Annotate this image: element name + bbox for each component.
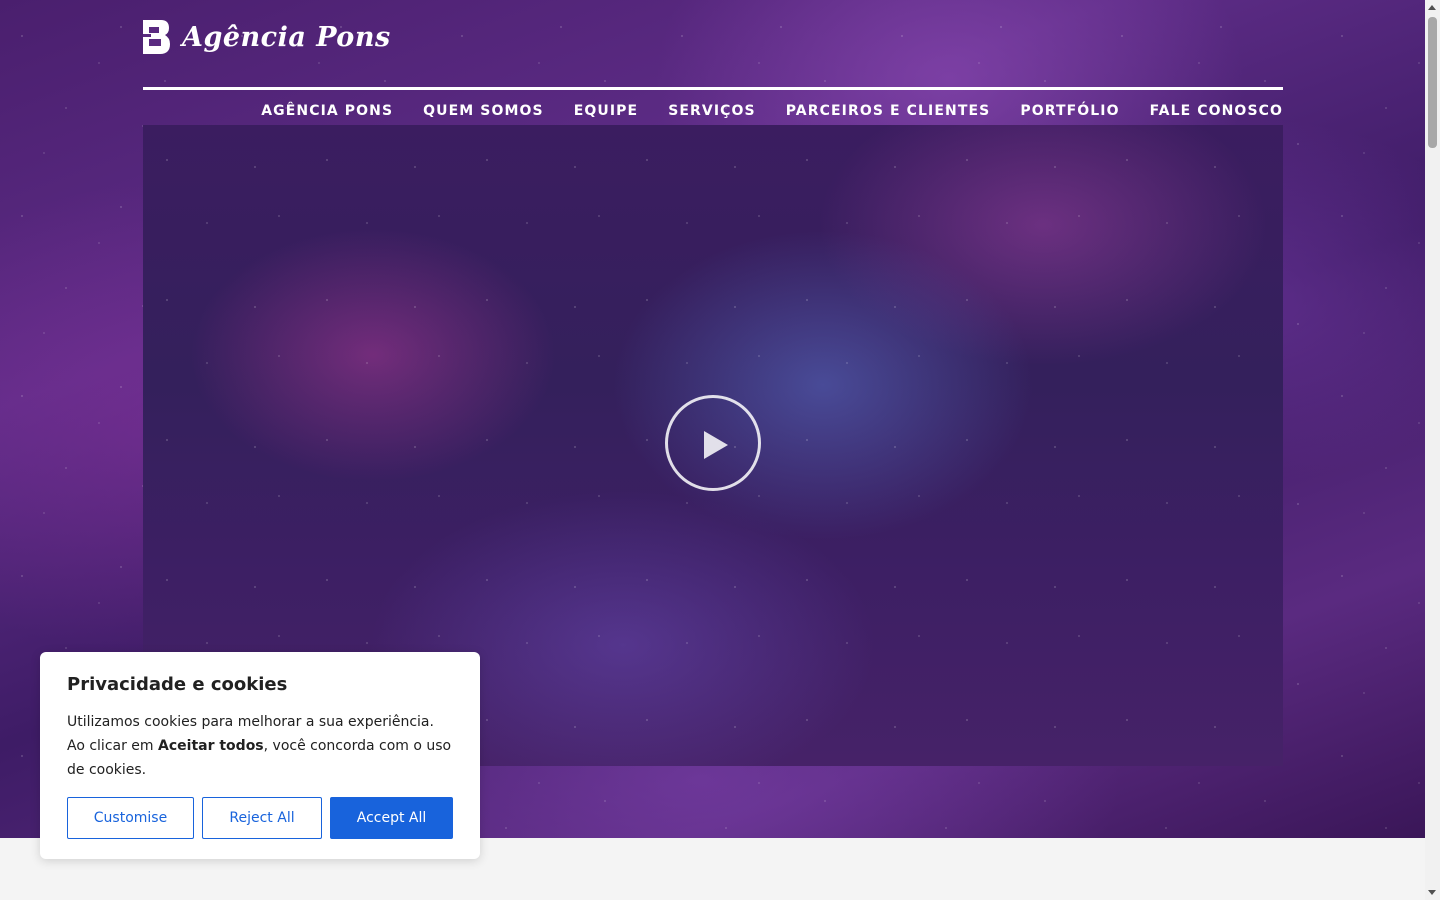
cookie-title: Privacidade e cookies (67, 674, 288, 695)
brand-mark-icon (143, 20, 170, 54)
cookie-actions: Customise Reject All Accept All (67, 797, 453, 839)
play-icon (704, 431, 728, 459)
main-nav: AGÊNCIA PONS QUEM SOMOS EQUIPE SERVIÇOS … (231, 101, 1283, 121)
scroll-thumb[interactable] (1428, 17, 1437, 148)
page-scrollbar[interactable] (1425, 0, 1440, 900)
nav-item-parceiros-e-clientes[interactable]: PARCEIROS E CLIENTES (786, 101, 991, 121)
cookie-consent-banner: Privacidade e cookies Utilizamos cookies… (40, 652, 480, 859)
reject-all-button[interactable]: Reject All (202, 797, 322, 839)
play-button[interactable] (665, 395, 761, 491)
cookie-description: Utilizamos cookies para melhorar a sua e… (67, 714, 452, 778)
nav-divider (143, 87, 1283, 90)
nav-item-fale-conosco[interactable]: FALE CONOSCO (1150, 101, 1283, 121)
nav-item-agencia-pons[interactable]: AGÊNCIA PONS (261, 101, 393, 121)
nav-item-portfolio[interactable]: PORTFÓLIO (1020, 101, 1119, 121)
accept-all-button[interactable]: Accept All (330, 797, 453, 839)
nav-item-quem-somos[interactable]: QUEM SOMOS (423, 101, 544, 121)
brand-logo[interactable]: Agência Pons (143, 17, 391, 57)
nav-item-equipe[interactable]: EQUIPE (574, 101, 638, 121)
customise-button[interactable]: Customise (67, 797, 194, 839)
nav-item-servicos[interactable]: SERVIÇOS (668, 101, 756, 121)
scroll-down-arrow-icon[interactable] (1428, 890, 1436, 895)
brand-name: Agência Pons (182, 21, 391, 53)
scroll-up-arrow-icon[interactable] (1428, 5, 1436, 10)
